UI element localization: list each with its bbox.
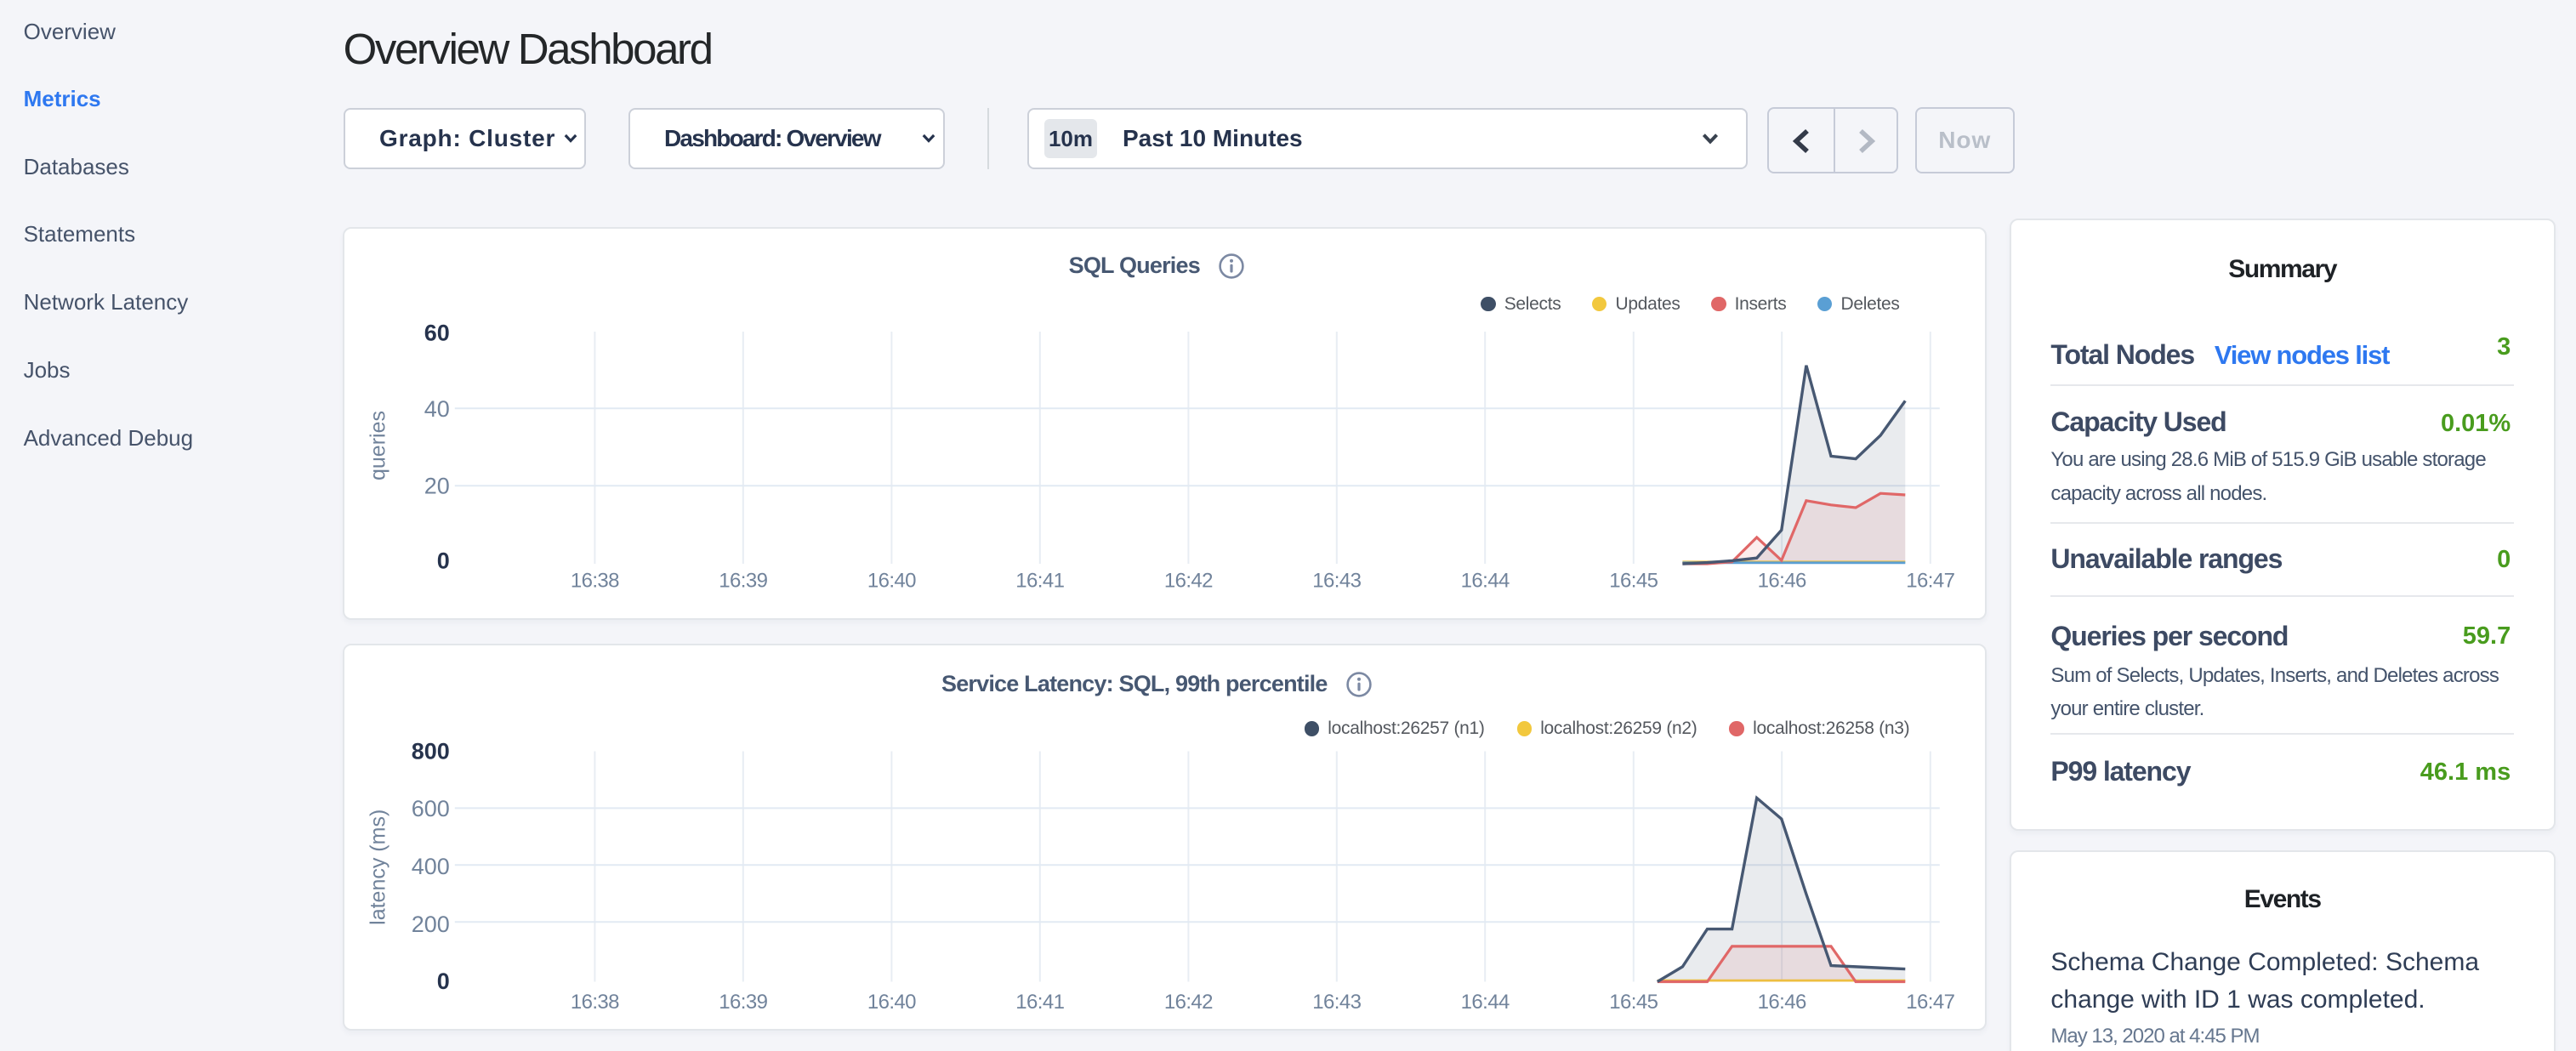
svg-text:16:42: 16:42 [1164, 570, 1213, 593]
svg-text:400: 400 [412, 854, 450, 879]
svg-text:16:44: 16:44 [1461, 570, 1510, 593]
svg-text:16:47: 16:47 [1906, 991, 1954, 1014]
svg-text:16:47: 16:47 [1906, 570, 1954, 593]
svg-text:60: 60 [424, 321, 450, 346]
svg-text:16:44: 16:44 [1461, 991, 1510, 1014]
svg-text:16:43: 16:43 [1312, 570, 1361, 593]
svg-text:600: 600 [412, 796, 450, 821]
svg-text:16:40: 16:40 [867, 991, 916, 1014]
svg-text:16:40: 16:40 [867, 570, 916, 593]
svg-text:16:39: 16:39 [719, 991, 767, 1014]
svg-text:16:46: 16:46 [1758, 991, 1806, 1014]
svg-text:16:45: 16:45 [1609, 991, 1658, 1014]
svg-text:20: 20 [424, 474, 450, 499]
svg-text:latency (ms): latency (ms) [367, 810, 390, 925]
svg-text:40: 40 [424, 396, 450, 422]
svg-text:16:46: 16:46 [1758, 570, 1806, 593]
svg-text:200: 200 [412, 912, 450, 937]
svg-text:queries: queries [367, 411, 390, 480]
svg-text:16:38: 16:38 [571, 991, 619, 1014]
svg-text:0: 0 [437, 969, 450, 994]
svg-text:16:43: 16:43 [1312, 991, 1361, 1014]
svg-text:800: 800 [412, 739, 450, 764]
svg-text:16:42: 16:42 [1164, 991, 1213, 1014]
svg-text:16:45: 16:45 [1609, 570, 1658, 593]
svg-text:0: 0 [437, 548, 450, 573]
svg-text:16:41: 16:41 [1015, 570, 1064, 593]
svg-text:16:39: 16:39 [719, 570, 767, 593]
svg-text:16:41: 16:41 [1015, 991, 1064, 1014]
svg-text:16:38: 16:38 [571, 570, 619, 593]
